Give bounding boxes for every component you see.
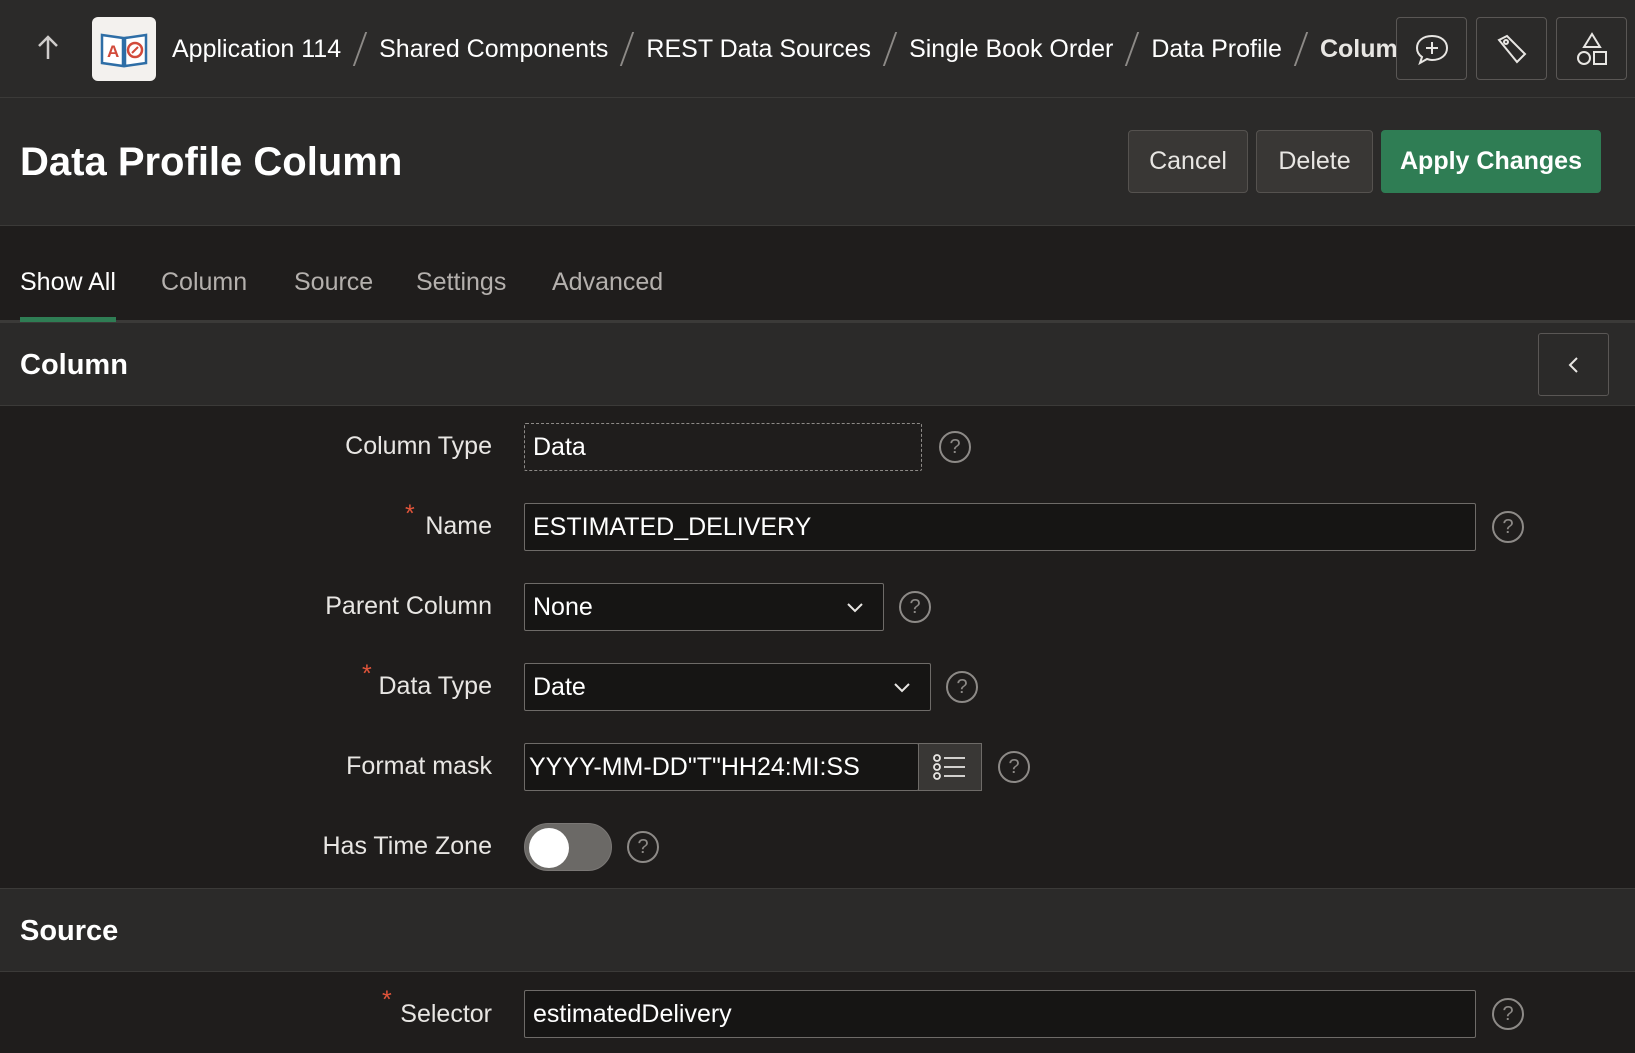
chevron-left-icon xyxy=(1568,356,1578,373)
list-icon xyxy=(933,754,965,780)
breadcrumb-separator xyxy=(353,32,367,66)
apply-changes-button[interactable]: Apply Changes xyxy=(1381,130,1601,193)
shared-components-button[interactable] xyxy=(1556,17,1627,80)
format-mask-list-button[interactable] xyxy=(918,743,982,791)
help-icon[interactable]: ? xyxy=(946,671,978,703)
selector-label: Selector xyxy=(400,1000,492,1028)
collapse-button[interactable] xyxy=(1538,333,1609,396)
breadcrumb-data-profile[interactable]: Data Profile xyxy=(1151,35,1282,64)
parent-column-label: Parent Column xyxy=(325,592,492,620)
shapes-icon xyxy=(1576,31,1607,65)
format-mask-label: Format mask xyxy=(346,752,492,780)
breadcrumb-separator xyxy=(1125,32,1139,66)
help-icon[interactable]: ? xyxy=(627,831,659,863)
has-time-zone-label: Has Time Zone xyxy=(322,832,492,860)
column-type-field: Data xyxy=(524,423,922,471)
column-section-title: Column xyxy=(20,349,128,381)
page-header: Data Profile Column Cancel Delete Apply … xyxy=(0,98,1635,226)
selector-input[interactable]: estimatedDelivery xyxy=(524,990,1476,1038)
breadcrumb-single-book-order[interactable]: Single Book Order xyxy=(909,35,1113,64)
up-arrow-icon[interactable] xyxy=(34,32,62,64)
page-title: Data Profile Column xyxy=(20,140,403,184)
parent-column-select[interactable]: None xyxy=(524,583,884,631)
data-type-label: Data Type xyxy=(378,672,492,700)
chevron-down-icon xyxy=(847,603,863,613)
help-icon[interactable]: ? xyxy=(1492,998,1524,1030)
data-type-select[interactable]: Date xyxy=(524,663,931,711)
source-section-title: Source xyxy=(20,915,119,947)
help-icon[interactable]: ? xyxy=(899,591,931,623)
tab-advanced[interactable]: Advanced xyxy=(552,268,663,322)
format-mask-input[interactable]: YYYY-MM-DD"T"HH24:MI:SS xyxy=(524,743,919,791)
breadcrumb-separator xyxy=(1294,32,1308,66)
tab-show-all[interactable]: Show All xyxy=(20,268,116,322)
breadcrumb-separator xyxy=(620,32,634,66)
help-icon[interactable]: ? xyxy=(1492,511,1524,543)
tab-source[interactable]: Source xyxy=(294,268,373,322)
name-input[interactable]: ESTIMATED_DELIVERY xyxy=(524,503,1476,551)
parent-column-value: None xyxy=(533,592,593,621)
breadcrumb-shared-components[interactable]: Shared Components xyxy=(379,35,608,64)
cancel-button[interactable]: Cancel xyxy=(1128,130,1248,193)
toggle-knob xyxy=(529,828,569,868)
column-section-header: Column xyxy=(0,322,1635,406)
tag-icon xyxy=(1496,34,1526,63)
column-type-label: Column Type xyxy=(345,432,492,460)
tab-column[interactable]: Column xyxy=(161,268,247,322)
breadcrumb-separator xyxy=(883,32,897,66)
add-comment-button[interactable] xyxy=(1396,17,1467,80)
top-bar: A Application 114 Shared Components REST… xyxy=(0,0,1635,98)
edit-button[interactable] xyxy=(1476,17,1547,80)
has-time-zone-toggle[interactable] xyxy=(524,823,612,871)
breadcrumb: Application 114 Shared Components REST D… xyxy=(172,28,1413,70)
source-section-header: Source xyxy=(0,888,1635,972)
tab-settings[interactable]: Settings xyxy=(416,268,506,322)
chevron-down-icon xyxy=(894,683,910,693)
help-icon[interactable]: ? xyxy=(939,431,971,463)
tab-bar: Show All Column Source Settings Advanced xyxy=(0,226,1635,322)
svg-text:A: A xyxy=(107,42,119,61)
breadcrumb-rest-data-sources[interactable]: REST Data Sources xyxy=(646,35,871,64)
app-logo-icon[interactable]: A xyxy=(92,17,156,81)
comment-add-icon xyxy=(1415,34,1448,65)
help-icon[interactable]: ? xyxy=(998,751,1030,783)
name-label: Name xyxy=(425,512,492,540)
data-type-value: Date xyxy=(533,672,586,701)
delete-button[interactable]: Delete xyxy=(1256,130,1373,193)
breadcrumb-application[interactable]: Application 114 xyxy=(172,35,341,64)
